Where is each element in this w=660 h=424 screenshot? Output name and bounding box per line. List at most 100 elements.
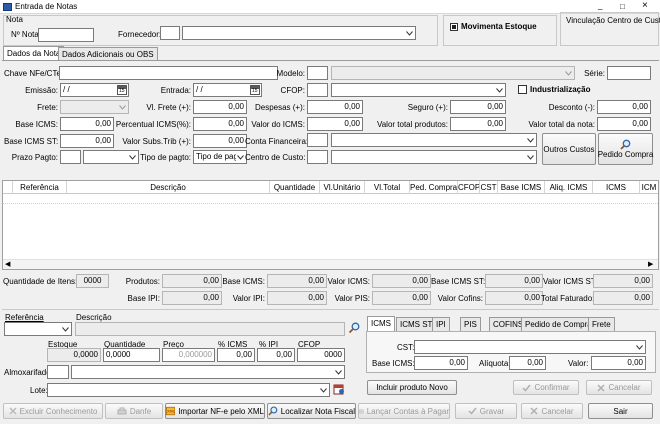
- base-icms-st-label: Base ICMS ST:: [4, 137, 59, 146]
- frete-select[interactable]: [60, 100, 129, 114]
- lote-select[interactable]: [47, 383, 330, 397]
- tax-tab-icms-st[interactable]: ICMS ST: [396, 317, 437, 331]
- valor-subs-label: Valor Subs.Trib (+):: [122, 137, 191, 146]
- localizar-nota-button[interactable]: Localizar Nota Fiscal: [267, 403, 356, 419]
- lancar-contas-button[interactable]: Lançar Contas à Pagar: [358, 403, 450, 419]
- minimize-button[interactable]: _: [598, 1, 602, 11]
- confirmar-button[interactable]: Confirmar: [513, 380, 579, 395]
- fornecedor-code-input[interactable]: [160, 26, 180, 40]
- tipo-pagto-select[interactable]: Tipo de pagame: [193, 150, 247, 164]
- centro-custo-code-input[interactable]: [307, 150, 328, 164]
- almoxarifado-code-input[interactable]: [47, 365, 69, 379]
- search-icon[interactable]: [348, 322, 360, 334]
- valor-pis-value: 0,00: [372, 291, 431, 305]
- valor-icms-input[interactable]: 0,00: [307, 117, 363, 131]
- descricao-input[interactable]: [75, 322, 345, 336]
- calendar-icon[interactable]: [117, 85, 127, 95]
- tax-base-icms-input[interactable]: 0,00: [414, 356, 468, 370]
- column-base-icms[interactable]: Base ICMS: [498, 181, 545, 194]
- quantidade-input[interactable]: 0,0000: [103, 348, 160, 362]
- item-cfop-input[interactable]: 0000: [297, 348, 345, 362]
- column-ped-compra[interactable]: Ped. Compra: [410, 181, 458, 194]
- totals-base-icms-st-label: Base ICMS ST:: [431, 277, 486, 286]
- sair-button[interactable]: Sair: [588, 403, 653, 419]
- tax-tab-frete[interactable]: Frete: [588, 317, 615, 331]
- column-icms[interactable]: ICMS: [593, 181, 640, 194]
- gravar-button[interactable]: Gravar: [455, 403, 517, 419]
- column-cst[interactable]: CST: [480, 181, 498, 194]
- conta-financeira-code-input[interactable]: [307, 133, 328, 147]
- industrializacao-checkbox[interactable]: [518, 85, 527, 94]
- totals-base-icms-value: 0,00: [267, 274, 327, 288]
- column-cfop[interactable]: CFOP: [458, 181, 480, 194]
- outros-custos-button[interactable]: Outros Custos: [542, 133, 596, 165]
- vinculacao-label: Vinculação Centro de Custo: [566, 16, 660, 25]
- column-quantidade[interactable]: Quantidade: [270, 181, 320, 194]
- totals-valor-icms-st-value: 0,00: [593, 274, 653, 288]
- valor-subs-input[interactable]: 0,00: [193, 134, 247, 148]
- tax-tab-icms[interactable]: ICMS: [367, 316, 395, 331]
- base-icms-input[interactable]: 0,00: [60, 117, 114, 131]
- perc-ipi-input[interactable]: 0,00: [257, 348, 295, 362]
- tab-dados-adicionais[interactable]: Dados Adicionais ou OBS: [58, 47, 158, 61]
- column-descricao[interactable]: Descrição: [67, 181, 270, 194]
- pedido-compra-button[interactable]: Pedido Compra: [598, 133, 653, 165]
- valor-total-nota-input[interactable]: 0,00: [597, 117, 651, 131]
- chave-input[interactable]: [59, 66, 278, 80]
- column-vl-total[interactable]: Vl.Total: [365, 181, 410, 194]
- seguro-input[interactable]: 0,00: [450, 100, 506, 114]
- base-icms-st-input[interactable]: 0,00: [60, 134, 114, 148]
- check-icon: [522, 384, 532, 392]
- almoxarifado-label: Almoxarifado:: [4, 368, 53, 377]
- perc-icms-input[interactable]: 0,00: [217, 348, 255, 362]
- movimenta-estoque-checkbox[interactable]: [450, 23, 458, 31]
- tax-tab-ipi[interactable]: IPI: [432, 317, 450, 331]
- fornecedor-select[interactable]: [182, 26, 416, 40]
- calendar-icon[interactable]: [250, 85, 260, 95]
- tab-dados-nota[interactable]: Dados da Nota: [3, 46, 65, 61]
- referencia-select[interactable]: [4, 322, 72, 336]
- despesas-input[interactable]: 0,00: [307, 100, 363, 114]
- column-aliq-icms[interactable]: Aliq. ICMS: [545, 181, 593, 194]
- cfop-code-input[interactable]: [307, 83, 328, 97]
- danfe-button[interactable]: Danfe: [105, 403, 163, 419]
- valor-total-produtos-label: Valor total produtos:: [376, 120, 448, 129]
- excluir-conhecimento-button[interactable]: Excluir Conhecimento: [3, 403, 103, 419]
- incluir-produto-button[interactable]: Incluir produto Novo: [367, 380, 457, 395]
- add-lote-icon[interactable]: [333, 383, 345, 395]
- valor-cofins-value: 0,00: [485, 291, 543, 305]
- centro-custo-select[interactable]: [331, 150, 537, 164]
- column-referencia[interactable]: Referência: [13, 181, 67, 194]
- aliquota-input[interactable]: 0,00: [509, 356, 546, 370]
- prazo-pagto-code-input[interactable]: [60, 150, 81, 164]
- preco-input[interactable]: 0,000000: [162, 348, 215, 362]
- tax-valor-input[interactable]: 0,00: [591, 356, 646, 370]
- conta-financeira-select[interactable]: [331, 133, 537, 147]
- emissao-input[interactable]: / /: [60, 83, 129, 97]
- percentual-icms-input[interactable]: 0,00: [193, 117, 247, 131]
- cst-select[interactable]: [414, 340, 646, 354]
- column-icms-truncated[interactable]: ICM: [640, 181, 658, 194]
- tax-tab-pis[interactable]: PIS: [460, 317, 481, 331]
- cfop-select[interactable]: [331, 83, 506, 97]
- industrializacao-label: Industrialização: [530, 85, 591, 94]
- close-button[interactable]: ×: [642, 1, 648, 11]
- column-vl-unitario[interactable]: Vl.Unitário: [320, 181, 365, 194]
- importar-xml-button[interactable]: XML Importar NF-e pelo XML: [165, 403, 265, 419]
- numero-nota-input[interactable]: [38, 28, 94, 42]
- modelo-code-input[interactable]: [307, 66, 328, 80]
- almoxarifado-select[interactable]: [71, 365, 345, 379]
- entrada-input[interactable]: / /: [193, 83, 262, 97]
- desconto-input[interactable]: 0,00: [597, 100, 651, 114]
- scroll-right-icon[interactable]: ▶: [648, 260, 653, 270]
- item-cancelar-button[interactable]: Cancelar: [586, 380, 652, 395]
- valor-total-produtos-input[interactable]: 0,00: [450, 117, 506, 131]
- maximize-button[interactable]: □: [620, 2, 625, 12]
- modelo-select[interactable]: [331, 66, 575, 80]
- horizontal-scrollbar[interactable]: ◀ ▶: [3, 259, 658, 269]
- scroll-left-icon[interactable]: ◀: [5, 260, 10, 270]
- vl-frete-input[interactable]: 0,00: [193, 100, 247, 114]
- cancelar-button[interactable]: Cancelar: [521, 403, 583, 419]
- tax-tab-pedido-compra[interactable]: Pedido de Compra: [521, 317, 596, 331]
- serie-input[interactable]: [607, 66, 651, 80]
